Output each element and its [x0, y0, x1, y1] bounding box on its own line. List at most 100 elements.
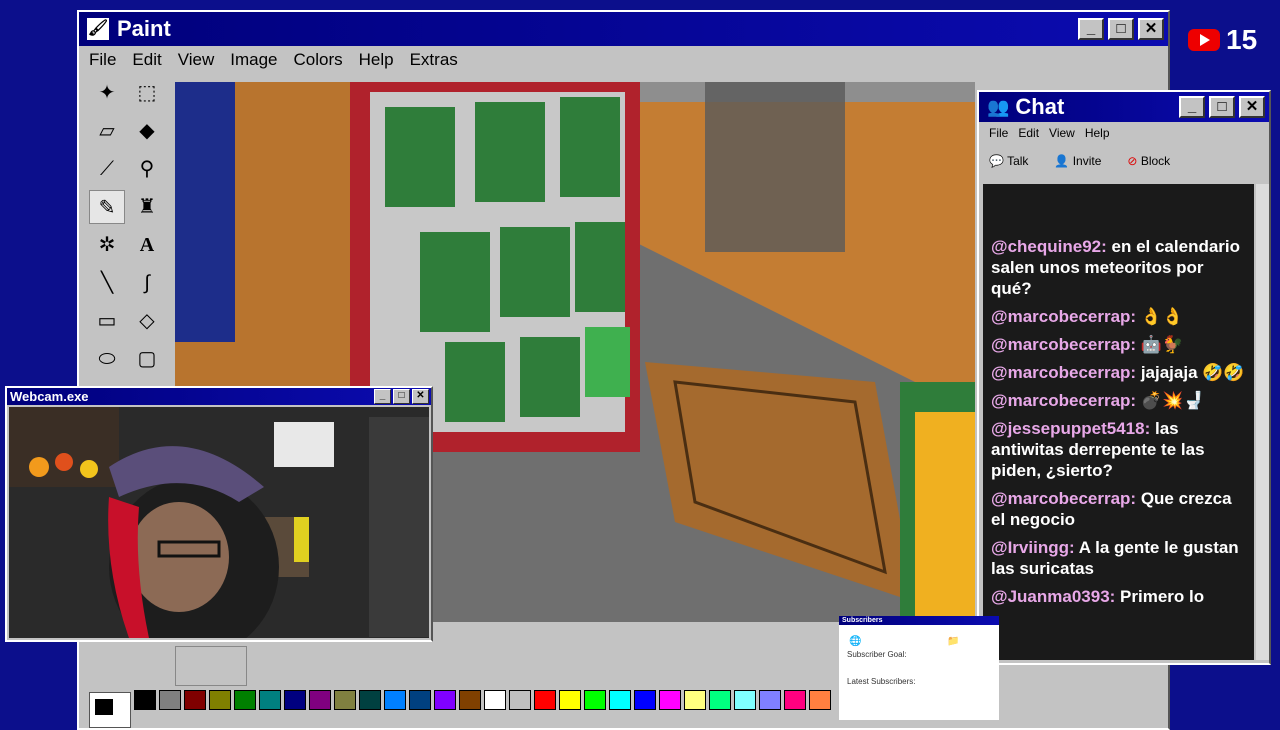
palette-swatch[interactable]: [459, 690, 481, 710]
palette-swatch[interactable]: [134, 690, 156, 710]
menu-edit[interactable]: Edit: [132, 50, 161, 70]
chat-menu-file[interactable]: File: [989, 126, 1008, 140]
color-palette: [134, 690, 831, 710]
menu-colors[interactable]: Colors: [294, 50, 343, 70]
webcam-feed: [9, 407, 429, 638]
palette-swatch[interactable]: [784, 690, 806, 710]
palette-swatch[interactable]: [609, 690, 631, 710]
palette-swatch[interactable]: [584, 690, 606, 710]
fill-bucket-icon[interactable]: ◆: [129, 114, 165, 148]
chat-menu-help[interactable]: Help: [1085, 126, 1110, 140]
chat-close-button[interactable]: ✕: [1239, 96, 1265, 118]
chat-menu-view[interactable]: View: [1049, 126, 1075, 140]
maximize-button[interactable]: □: [1108, 18, 1134, 40]
palette-swatch[interactable]: [359, 690, 381, 710]
menu-extras[interactable]: Extras: [410, 50, 458, 70]
webcam-maximize-button[interactable]: □: [393, 389, 410, 404]
chat-minimize-button[interactable]: _: [1179, 96, 1205, 118]
minimize-button[interactable]: _: [1078, 18, 1104, 40]
palette-swatch[interactable]: [484, 690, 506, 710]
line-icon[interactable]: ╲: [89, 266, 125, 300]
airbrush-icon[interactable]: ✲: [89, 228, 125, 262]
chat-message: @marcobecerrap: 🤖🐓: [991, 334, 1246, 355]
palette-swatch[interactable]: [234, 690, 256, 710]
palette-swatch[interactable]: [759, 690, 781, 710]
palette-swatch[interactable]: [734, 690, 756, 710]
menu-file[interactable]: File: [89, 50, 116, 70]
palette-swatch[interactable]: [384, 690, 406, 710]
chat-toolbar: 💬 Talk 👤 Invite ⊘ Block: [979, 144, 1269, 178]
chat-text: jajajaja 🤣🤣: [1140, 363, 1245, 382]
brush-icon[interactable]: ♜: [129, 190, 165, 224]
chat-username: @marcobecerrap:: [991, 489, 1137, 508]
webcam-close-button[interactable]: ✕: [412, 389, 429, 404]
webcam-image: [9, 407, 429, 638]
palette-swatch[interactable]: [309, 690, 331, 710]
users-icon: 👥: [987, 96, 1010, 117]
paint-app-icon: 🖌: [87, 18, 109, 40]
palette-swatch[interactable]: [559, 690, 581, 710]
menu-help[interactable]: Help: [359, 50, 394, 70]
chat-message: @chequine92: en el calendario salen unos…: [991, 236, 1246, 299]
menu-view[interactable]: View: [178, 50, 215, 70]
chat-menu-edit[interactable]: Edit: [1018, 126, 1039, 140]
eraser-icon[interactable]: ▱: [89, 114, 125, 148]
chat-text: 👌👌: [1140, 307, 1184, 326]
color-picker-icon[interactable]: ⟋: [89, 152, 125, 186]
pencil-icon[interactable]: ✎: [89, 190, 125, 224]
paint-titlebar: 🖌 Paint _ □ ✕: [79, 12, 1168, 46]
palette-swatch[interactable]: [809, 690, 831, 710]
palette-swatch[interactable]: [284, 690, 306, 710]
text-icon[interactable]: A: [129, 228, 165, 262]
palette-swatch[interactable]: [709, 690, 731, 710]
polygon-icon[interactable]: ◇: [129, 304, 165, 338]
palette-swatch[interactable]: [509, 690, 531, 710]
palette-swatch[interactable]: [259, 690, 281, 710]
palette-swatch[interactable]: [659, 690, 681, 710]
chat-username: @chequine92:: [991, 237, 1107, 256]
palette-swatch[interactable]: [534, 690, 556, 710]
free-select-icon[interactable]: ✦: [89, 76, 125, 110]
chat-username: @marcobecerrap:: [991, 363, 1137, 382]
magnifier-icon[interactable]: ⚲: [129, 152, 165, 186]
palette-swatch[interactable]: [434, 690, 456, 710]
paint-title: Paint: [117, 16, 171, 41]
rect-select-icon[interactable]: ⬚: [129, 76, 165, 110]
webcam-window: Webcam.exe _ □ ✕: [5, 386, 433, 642]
rounded-rect-icon[interactable]: ▢: [129, 342, 165, 376]
chat-username: @Juanma0393:: [991, 587, 1116, 606]
current-color-swatch[interactable]: [89, 692, 131, 728]
webcam-minimize-button[interactable]: _: [374, 389, 391, 404]
menu-image[interactable]: Image: [230, 50, 277, 70]
chat-username: @jessepuppet5418:: [991, 419, 1151, 438]
palette-swatch[interactable]: [409, 690, 431, 710]
chat-message: @jessepuppet5418: las antiwitas derrepen…: [991, 418, 1246, 481]
palette-swatch[interactable]: [684, 690, 706, 710]
subscribers-titlebar: Subscribers: [839, 616, 999, 625]
youtube-badge: 15: [1188, 24, 1257, 56]
curve-icon[interactable]: ∫: [129, 266, 165, 300]
chat-text: Primero lo: [1120, 587, 1205, 606]
block-button[interactable]: ⊘ Block: [1127, 154, 1170, 168]
chat-username: @marcobecerrap:: [991, 335, 1137, 354]
webcam-titlebar: Webcam.exe _ □ ✕: [7, 388, 431, 405]
chat-scrollbar[interactable]: [1256, 184, 1269, 660]
chat-titlebar: 👥 Chat _ □ ✕: [979, 92, 1269, 122]
chat-maximize-button[interactable]: □: [1209, 96, 1235, 118]
ellipse-icon[interactable]: ⬭: [89, 342, 125, 376]
palette-swatch[interactable]: [634, 690, 656, 710]
chat-message: @Irviingg: A la gente le gustan las suri…: [991, 537, 1246, 579]
close-button[interactable]: ✕: [1138, 18, 1164, 40]
palette-swatch[interactable]: [184, 690, 206, 710]
palette-swatch[interactable]: [209, 690, 231, 710]
invite-button[interactable]: 👤 Invite: [1054, 154, 1101, 168]
talk-icon: 💬: [989, 154, 1004, 168]
block-label: Block: [1140, 154, 1171, 168]
palette-swatch[interactable]: [159, 690, 181, 710]
rectangle-icon[interactable]: ▭: [89, 304, 125, 338]
talk-button[interactable]: 💬 Talk: [989, 154, 1028, 168]
palette-swatch[interactable]: [334, 690, 356, 710]
subscriber-goal-label: Subscriber Goal:: [847, 650, 907, 659]
talk-label: Talk: [1007, 154, 1029, 168]
chat-log: @chequine92: en el calendario salen unos…: [983, 184, 1254, 660]
